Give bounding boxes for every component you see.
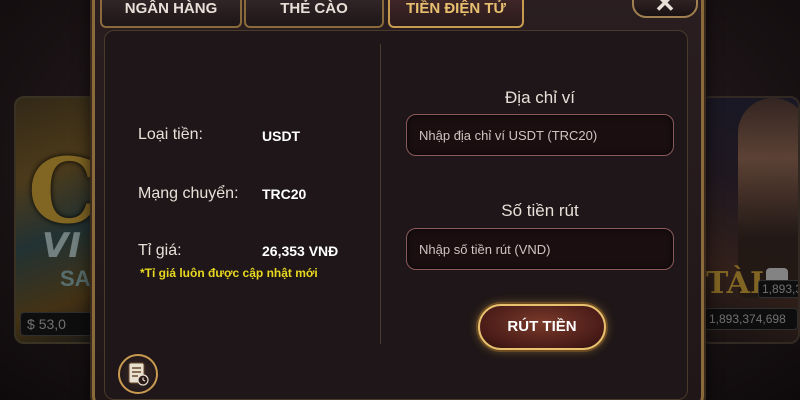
withdraw-amount-input[interactable] — [406, 228, 674, 270]
history-button[interactable] — [118, 354, 158, 394]
background-game-card-right[interactable]: TÀI 1,893,3 1,893,374,698 — [700, 96, 800, 344]
card-amount-value: 53,0 — [38, 316, 66, 332]
currency-value: USDT — [262, 128, 301, 144]
tab-bank[interactable]: NGÂN HÀNG — [100, 0, 242, 28]
dollar-icon: $ — [27, 316, 39, 332]
card-amount: 1,893,374,698 — [704, 308, 798, 330]
history-document-icon — [128, 362, 149, 386]
tab-crypto[interactable]: TIỀN ĐIỆN TỬ — [388, 0, 524, 28]
column-divider — [380, 44, 381, 344]
tab-scratch-card[interactable]: THẺ CÀO — [244, 0, 384, 28]
card-bet-amount: 1,893,3 — [758, 280, 798, 298]
rate-label: Tỉ giá: — [138, 242, 182, 259]
network-label: Mạng chuyển: — [138, 185, 239, 202]
close-button[interactable]: ✕ — [632, 0, 698, 18]
wallet-address-input[interactable] — [406, 114, 674, 156]
network-value: TRC20 — [262, 186, 307, 202]
close-icon: ✕ — [654, 0, 676, 18]
withdraw-amount-title: Số tiền rút — [501, 201, 579, 220]
currency-label: Loại tiền: — [138, 126, 203, 143]
rate-value: 26,353 VNĐ — [262, 243, 339, 259]
withdraw-button[interactable]: RÚT TIỀN — [478, 304, 606, 350]
rate-note: *Tỉ giá luôn được cập nhật mới — [140, 266, 318, 280]
card-title-tai: TÀI — [706, 266, 764, 301]
wallet-address-title: Địa chỉ ví — [505, 88, 575, 107]
card-title-vi: VI — [42, 226, 81, 266]
